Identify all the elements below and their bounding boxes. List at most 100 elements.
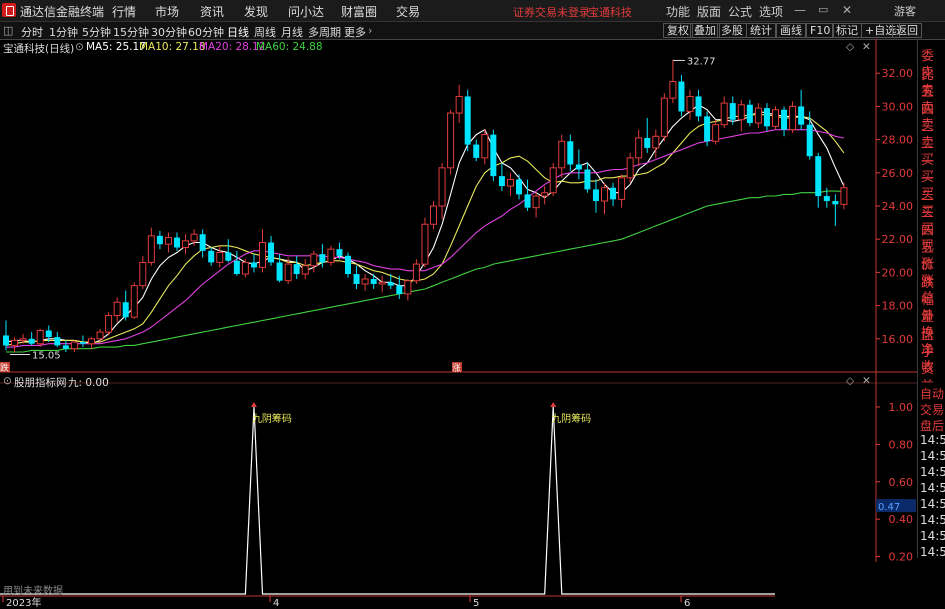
candle-body-down (45, 330, 52, 338)
ind-tick-label: 1.00 (889, 401, 914, 414)
candle-body-up (558, 140, 566, 169)
time-tick-label: 6 (684, 598, 690, 609)
candle-body-down (678, 81, 685, 112)
chart-settings-icon[interactable]: ◇ (846, 41, 854, 53)
chart-close-icon[interactable]: ✕ (862, 41, 871, 53)
quote-panel: 委比卖五卖四卖三卖二卖一买一买二买三买四买五现价涨跌涨幅总量外盘换手净资收益 (917, 40, 945, 394)
candle-body-up (686, 95, 694, 112)
candle-body-down (806, 124, 813, 157)
menu-gongshi[interactable]: 公式 (728, 3, 752, 20)
restore-icon[interactable]: ▭ (818, 3, 828, 16)
more-chevron-icon[interactable]: › (368, 24, 372, 37)
period-5min[interactable]: 5分钟 (82, 24, 111, 40)
period-60min[interactable]: 60分钟 (188, 24, 224, 40)
candle-body-down (610, 187, 617, 200)
btn-biaoji[interactable]: 标记 (832, 23, 862, 38)
menu-jiaoyi[interactable]: 交易 (396, 3, 420, 20)
period-more[interactable]: 更多 (344, 24, 366, 40)
indicator-name: 股朋指标网 (14, 377, 67, 389)
app-name: 通达信金融终端 (20, 5, 105, 19)
menu-gongneng[interactable]: 功能 (666, 3, 690, 20)
legend-toggle-icon[interactable]: ⊙ (75, 41, 84, 53)
candle-body-up (635, 137, 643, 159)
candle-body-up (259, 242, 266, 268)
candle-body-up (310, 253, 318, 267)
indicator-settings-icon[interactable]: ◇ (846, 375, 854, 387)
candle-body-down (516, 179, 522, 195)
candle-body-up (720, 102, 728, 126)
menu-shichang[interactable]: 市场 (155, 3, 179, 20)
kline-chart-area[interactable]: 32.00 30.00 28.00 26.00 24.00 22.00 20.00 18.00… (0, 39, 945, 609)
candle-body-down (781, 109, 788, 130)
period-multi[interactable]: 多周期 (308, 24, 341, 40)
menu-faxian[interactable]: 发现 (244, 3, 268, 20)
menu-banmian[interactable]: 版面 (697, 3, 721, 20)
guest-label[interactable]: 游客 (894, 3, 916, 19)
candle-body-up (447, 112, 455, 169)
btn-fanhui[interactable]: 返回 (892, 23, 922, 38)
btn-f10[interactable]: F10 (806, 23, 835, 38)
marker-mid: 涨 (452, 363, 461, 374)
candle-body-up (301, 265, 309, 275)
candle-body-down (268, 242, 275, 263)
signal-arrow (250, 401, 257, 407)
signal-arrow (550, 401, 557, 407)
panel-toggle-icon[interactable]: ◫ (3, 24, 13, 37)
period-15min[interactable]: 15分钟 (113, 24, 149, 40)
period-daily[interactable]: 日线 (227, 24, 249, 40)
period-fenshi[interactable]: 分时 (21, 24, 43, 40)
btn-fuquan[interactable]: 复权 (663, 23, 693, 38)
btn-diejia[interactable]: 叠加 (690, 23, 720, 38)
candle-body-up (421, 223, 429, 265)
candle-body-up (626, 157, 634, 179)
login-status[interactable]: 证券交易未登录 (513, 4, 590, 20)
candle-body-up (669, 81, 677, 99)
signal-label: 九阴筹码 (252, 412, 292, 425)
menu-caifuquan[interactable]: 财富圈 (341, 3, 377, 20)
price-tick-label: 28.00 (882, 134, 914, 147)
candle-body-up (190, 233, 198, 242)
candle-body-down (832, 201, 839, 205)
time-tick-label: 4 (273, 598, 279, 609)
menu-xuanxiang[interactable]: 选项 (759, 3, 783, 20)
candle-body-down (704, 116, 711, 142)
btn-tongji[interactable]: 统计 (746, 23, 776, 38)
candle-body-up (96, 331, 104, 340)
candle-body-down (233, 260, 240, 275)
candle-body-up (549, 167, 557, 194)
ind-current-value: 0.47 (878, 502, 900, 513)
candle-body-down (28, 338, 35, 344)
period-monthly[interactable]: 月线 (281, 24, 303, 40)
candle-body-down (498, 176, 505, 187)
period-weekly[interactable]: 周线 (254, 24, 276, 40)
indicator-line (0, 406, 876, 595)
candle-body-down (199, 234, 206, 251)
candle-body-up (618, 177, 626, 200)
candle-body-down (584, 169, 591, 190)
minimize-icon[interactable]: — (794, 3, 806, 17)
candle-body-down (524, 194, 531, 208)
candle-body-up (147, 235, 155, 263)
candle-body-up (11, 339, 19, 346)
indicator-toggle-icon[interactable]: ⊙ (3, 375, 12, 387)
btn-huaxian[interactable]: 画线 (776, 23, 806, 38)
indicator-close-icon[interactable]: ✕ (862, 375, 871, 387)
menu-zixun[interactable]: 资讯 (200, 3, 224, 20)
close-icon[interactable]: ✕ (842, 3, 852, 17)
candle-body-down (695, 96, 702, 117)
period-30min[interactable]: 30分钟 (151, 24, 187, 40)
trade-label: 交易 (920, 403, 945, 417)
candle-body-up (164, 237, 172, 245)
high-price-label: 32.77 (687, 56, 716, 67)
period-1min[interactable]: 1分钟 (49, 24, 78, 40)
app-logo-icon (2, 3, 16, 17)
menu-hangqing[interactable]: 行情 (112, 3, 136, 20)
candle-body-down (644, 137, 651, 148)
candle-body-down (575, 164, 582, 170)
candle-body-up (840, 187, 848, 205)
candle-body-up (36, 329, 44, 345)
candle-body-down (276, 262, 283, 281)
btn-duogu[interactable]: 多股 (717, 23, 747, 38)
menu-wenxiaoda[interactable]: 问小达 (288, 3, 324, 20)
candle-body-down (396, 285, 403, 294)
